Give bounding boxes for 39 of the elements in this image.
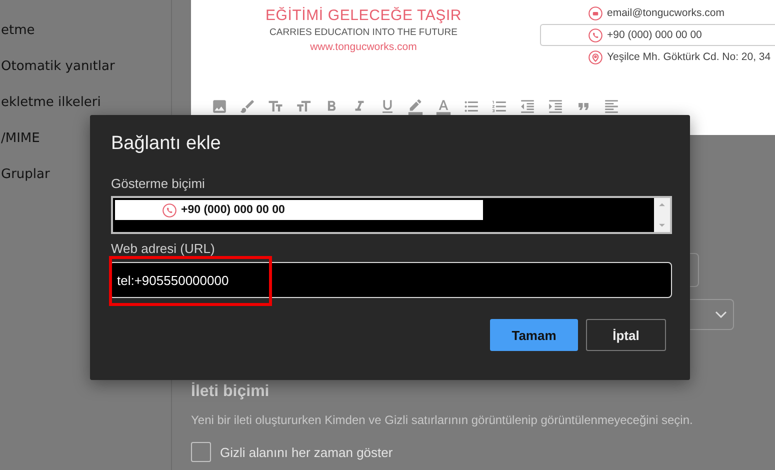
bullet-list-icon[interactable] <box>463 98 480 115</box>
signature-subtitle: CARRIES EDUCATION INTO THE FUTURE <box>270 27 458 38</box>
sidebar-item[interactable]: ekletme ilkeleri <box>1 93 171 113</box>
chevron-down-icon <box>715 311 727 318</box>
phone-icon <box>162 202 177 218</box>
phone-icon <box>588 28 603 42</box>
display-text: +90 (000) 000 00 00 <box>181 204 285 216</box>
checkbox[interactable] <box>191 442 211 462</box>
url-field[interactable]: tel:+905550000000 <box>109 262 672 298</box>
signature-website: www.tongucworks.com <box>310 41 417 53</box>
signature-tagline: EĞİTİMİ GELECEĞE TAŞIR <box>265 7 462 24</box>
scrollbar[interactable] <box>654 198 670 232</box>
cancel-button[interactable]: İptal <box>586 319 666 351</box>
sidebar-item[interactable]: etme <box>1 21 171 41</box>
contact-text: Yeşilce Mh. Göktürk Cd. No: 20, 34 <box>607 51 771 63</box>
envelope-icon <box>588 6 603 20</box>
checkbox-label: Gizli alanını her zaman göster <box>220 444 393 460</box>
numbered-list-icon[interactable] <box>491 98 508 115</box>
contact-text: +90 (000) 000 00 00 <box>607 29 702 41</box>
location-pin-icon <box>588 50 603 64</box>
section-description: Yeni bir ileti oluştururken Kimden ve Gizli satırlarının görüntülenip görüntülenmeyeceğini seçin. <box>191 413 694 427</box>
paintbrush-icon[interactable] <box>239 98 256 115</box>
contact-line[interactable]: +90 (000) 000 00 00 <box>540 24 775 46</box>
align-left-icon[interactable] <box>603 98 620 115</box>
sidebar-item[interactable]: Otomatik yanıtlar <box>1 57 171 77</box>
display-text-field[interactable]: +90 (000) 000 00 00 <box>111 196 672 234</box>
section-heading: İleti biçimi <box>191 383 270 401</box>
highlighter-icon[interactable] <box>407 98 424 115</box>
indent-icon[interactable] <box>547 98 564 115</box>
image-icon[interactable] <box>211 98 228 115</box>
field-label: Web adresi (URL) <box>111 241 216 256</box>
field-label: Gösterme biçimi <box>111 176 206 191</box>
font-color-icon[interactable] <box>435 98 452 115</box>
contact-line[interactable]: Yeşilce Mh. Göktürk Cd. No: 20, 34 <box>540 46 775 68</box>
contact-text: email@tongucworks.com <box>607 7 724 19</box>
dialog-title: Bağlantı ekle <box>111 133 222 155</box>
ok-button[interactable]: Tamam <box>490 319 578 351</box>
contact-line[interactable]: email@tongucworks.com <box>540 2 775 24</box>
outdent-icon[interactable] <box>519 98 536 115</box>
